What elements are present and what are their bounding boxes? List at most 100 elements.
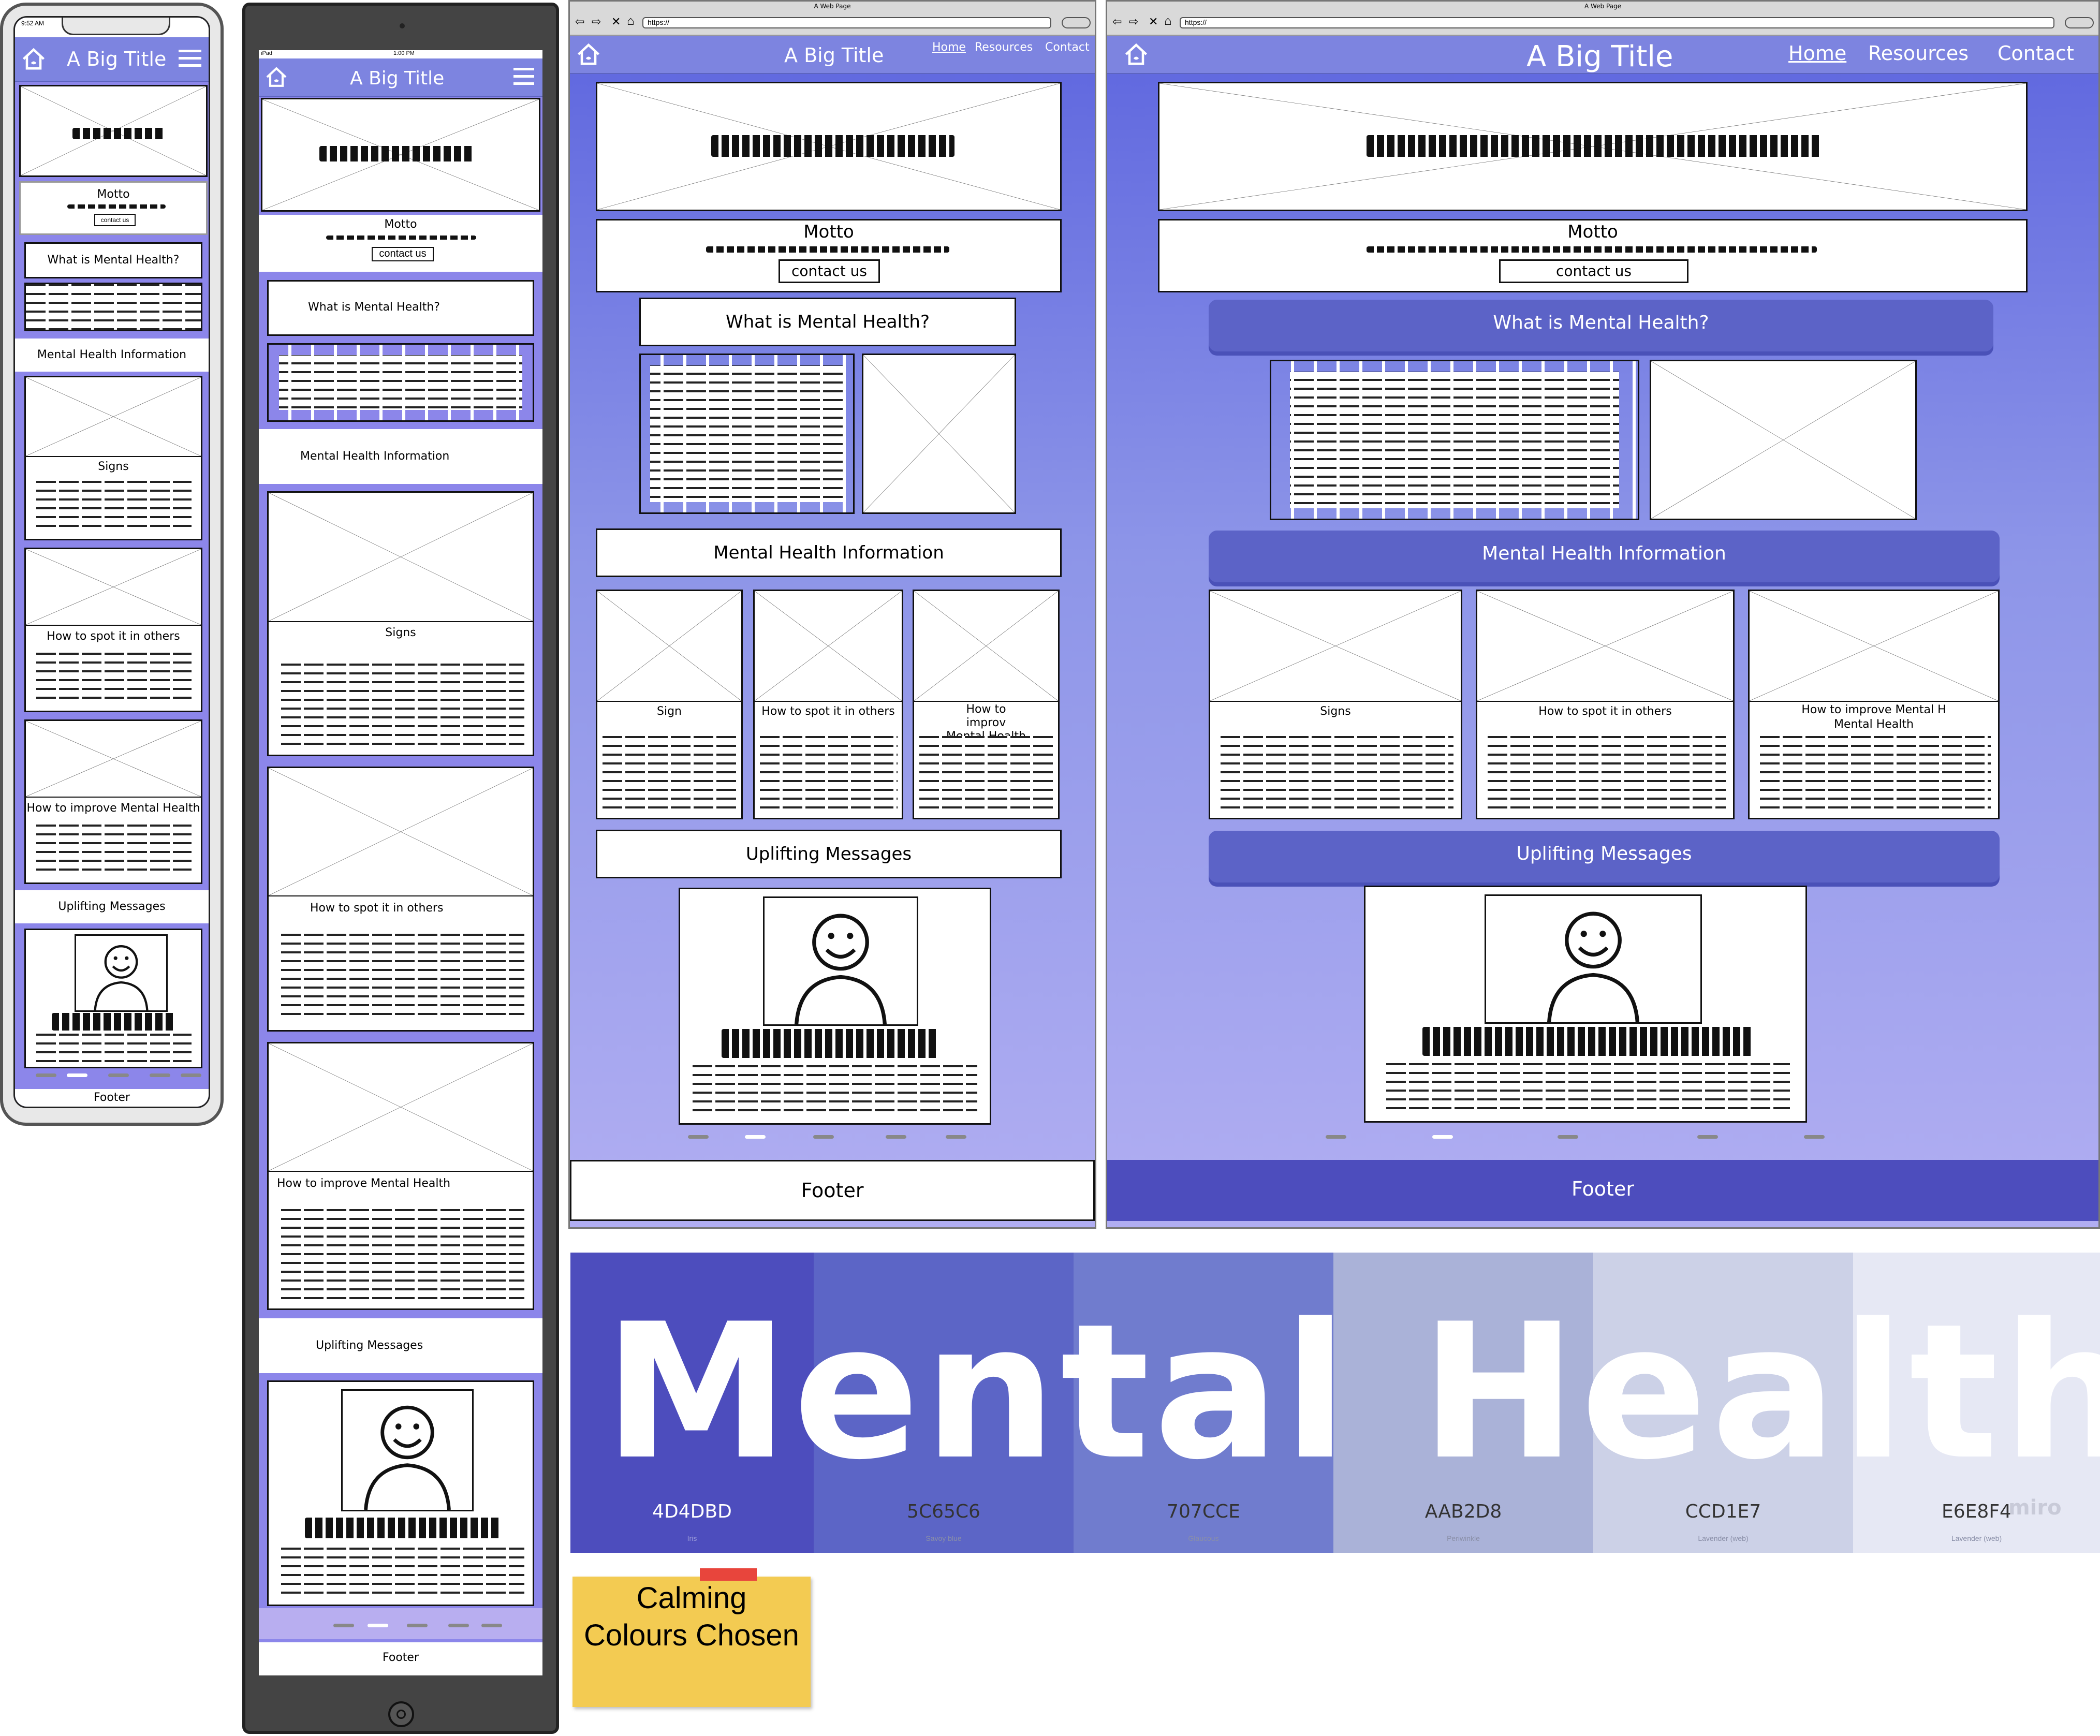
improve-card: How to improve Mental Health bbox=[24, 719, 202, 884]
swatch-hex: CCD1E7 bbox=[1685, 1501, 1761, 1522]
swatch-name: Lavender (web) bbox=[1698, 1534, 1749, 1542]
contact-button[interactable]: contact us bbox=[779, 259, 880, 283]
motto-section: Motto contact us bbox=[1158, 219, 2028, 292]
person-icon bbox=[765, 898, 917, 1024]
hamburger-menu-icon[interactable] bbox=[179, 50, 201, 71]
search-icon[interactable] bbox=[2065, 17, 2094, 28]
what-is-text bbox=[639, 354, 855, 514]
home-icon[interactable] bbox=[20, 46, 47, 72]
home-icon[interactable] bbox=[264, 65, 289, 90]
site-header: A Big Title bbox=[259, 58, 542, 97]
back-icon[interactable]: ⇦ bbox=[575, 15, 584, 28]
swatch-hex: 5C65C6 bbox=[907, 1501, 980, 1522]
swatch-name: Iris bbox=[687, 1534, 697, 1542]
info-heading: Mental Health Information bbox=[1209, 531, 2000, 582]
motto-section: Motto contact us bbox=[259, 215, 542, 272]
site-header: A Big Title bbox=[15, 37, 209, 82]
info-heading: Mental Health Information bbox=[15, 339, 209, 372]
uplifting-card bbox=[267, 1380, 534, 1606]
phone-screen: 9:52 AM A Big Title Motto contact us Wha… bbox=[13, 16, 210, 1108]
what-is-heading: What is Mental Health? bbox=[1209, 300, 1993, 351]
search-icon[interactable] bbox=[1062, 17, 1091, 28]
close-tab-icon[interactable]: ✕ bbox=[611, 15, 621, 28]
swatch-name: Periwinkle bbox=[1447, 1534, 1480, 1542]
contact-button[interactable]: contact us bbox=[372, 247, 434, 261]
what-is-image bbox=[862, 354, 1016, 514]
browser-window-medium: A Web Page ⇦ ⇨ ✕ ⌂ https:// A Big Title … bbox=[568, 0, 1096, 1229]
uplifting-card bbox=[679, 888, 991, 1125]
status-bar: iPad 1:00 PM bbox=[259, 50, 542, 58]
site-title: A Big Title bbox=[1526, 40, 1673, 73]
browser-chrome: A Web Page ⇦ ⇨ ✕ ⌂ https:// bbox=[570, 2, 1095, 36]
motto-text: Motto bbox=[97, 188, 130, 201]
nav-contact[interactable]: Contact bbox=[1998, 42, 2074, 65]
what-is-image bbox=[1650, 360, 1917, 520]
hamburger-menu-icon[interactable] bbox=[513, 68, 534, 90]
what-is-heading: What is Mental Health? bbox=[24, 242, 202, 278]
card-title: How to spot it in others bbox=[1538, 705, 1672, 718]
contact-button[interactable]: contact us bbox=[1499, 259, 1688, 283]
camera bbox=[400, 23, 405, 28]
spot-card: How to spot it in others bbox=[753, 590, 903, 819]
tape bbox=[700, 1568, 757, 1581]
forward-icon[interactable]: ⇨ bbox=[592, 15, 601, 28]
spot-card: How to spot it in others bbox=[267, 767, 534, 1032]
home-nav-icon[interactable]: ⌂ bbox=[1164, 14, 1172, 28]
footer: Footer bbox=[1107, 1160, 2098, 1221]
miro-logo: miro bbox=[2008, 1496, 2062, 1520]
palette-heading: Mental Health bbox=[604, 1284, 2100, 1500]
what-is-heading: What is Mental Health? bbox=[267, 280, 534, 336]
tablet-screen: iPad 1:00 PM A Big Title Motto contact us… bbox=[259, 50, 542, 1675]
tablet-home-button[interactable] bbox=[388, 1701, 414, 1727]
home-icon[interactable] bbox=[1123, 41, 1150, 68]
home-icon[interactable] bbox=[575, 41, 602, 68]
improve-card: How to improv Mental Health bbox=[913, 590, 1060, 819]
what-is-heading: What is Mental Health? bbox=[639, 298, 1016, 346]
home-nav-icon[interactable]: ⌂ bbox=[627, 14, 635, 28]
contact-button[interactable]: contact us bbox=[94, 214, 136, 226]
nav-resources[interactable]: Resources bbox=[1868, 42, 1969, 65]
uplifting-heading: Uplifting Messages bbox=[15, 890, 209, 923]
motto-section: Motto contact us bbox=[596, 219, 1062, 292]
window-title: A Web Page bbox=[814, 3, 851, 10]
swatch-name: Glaucous bbox=[1188, 1534, 1219, 1542]
uplifting-heading: Uplifting Messages bbox=[259, 1318, 542, 1373]
swatch-hex: 707CCE bbox=[1167, 1501, 1240, 1522]
card-title: Signs bbox=[385, 626, 416, 639]
what-is-text bbox=[267, 343, 534, 422]
notch bbox=[62, 18, 170, 35]
hero-image bbox=[1158, 82, 2028, 211]
nav-contact[interactable]: Contact bbox=[1045, 41, 1090, 54]
close-tab-icon[interactable]: ✕ bbox=[1149, 15, 1158, 28]
card-title: How to spot it in others bbox=[47, 630, 180, 643]
footer: Footer bbox=[259, 1642, 542, 1675]
signs-card: Signs bbox=[24, 376, 202, 540]
swatch-hex: 4D4DBD bbox=[652, 1501, 732, 1522]
hero-image bbox=[19, 85, 208, 177]
signs-card: Signs bbox=[267, 491, 534, 756]
swatch-hex: E6E8F4 bbox=[1942, 1501, 2011, 1522]
nav-home[interactable]: Home bbox=[1788, 42, 1846, 65]
card-title: Signs bbox=[98, 460, 129, 473]
url-input[interactable]: https:// bbox=[642, 17, 1051, 28]
status-time: 9:52 AM bbox=[21, 20, 45, 27]
improve-card: How to improve Mental H Mental Health bbox=[1748, 590, 2000, 819]
site-header: A Big Title Home Resources Contact bbox=[570, 36, 1095, 74]
forward-icon[interactable]: ⇨ bbox=[1129, 15, 1138, 28]
swatch-name: Savoy blue bbox=[926, 1534, 962, 1542]
sticky-line-2: Colours Chosen bbox=[584, 1619, 799, 1652]
site-title: A Big Title bbox=[350, 68, 445, 89]
uplifting-card bbox=[24, 929, 202, 1068]
person-icon bbox=[1486, 896, 1700, 1022]
back-icon[interactable]: ⇦ bbox=[1112, 15, 1122, 28]
url-input[interactable]: https:// bbox=[1180, 17, 2054, 28]
signs-card: Signs bbox=[1209, 590, 1462, 819]
sign-card: Sign bbox=[596, 590, 743, 819]
site-title: A Big Title bbox=[784, 44, 884, 67]
nav-home[interactable]: Home bbox=[932, 41, 966, 54]
window-title: A Web Page bbox=[1584, 3, 1622, 10]
swatch-name: Lavender (web) bbox=[1951, 1534, 2002, 1542]
browser-window-large: A Web Page ⇦ ⇨ ✕ ⌂ https:// A Big Title … bbox=[1106, 0, 2100, 1229]
spot-card: How to spot it in others bbox=[24, 548, 202, 712]
nav-resources[interactable]: Resources bbox=[975, 41, 1033, 54]
